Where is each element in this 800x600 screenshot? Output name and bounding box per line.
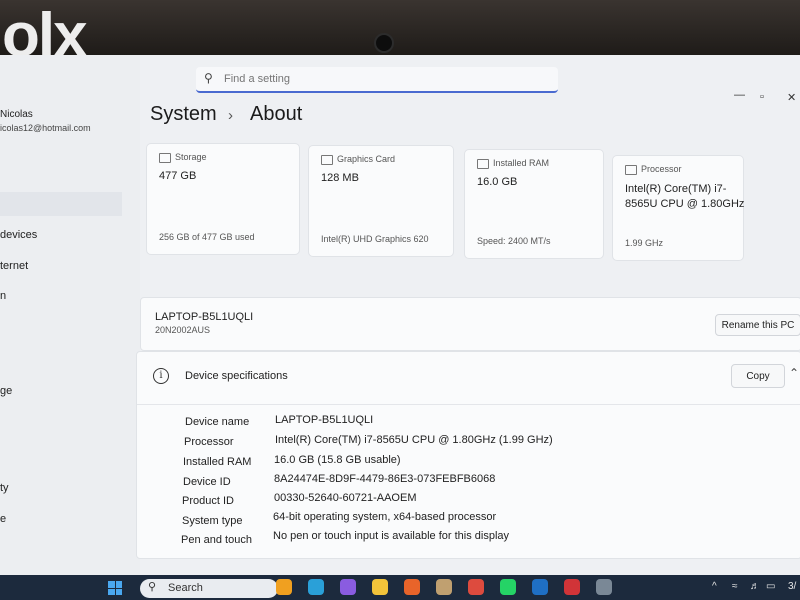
taskbar: ⚲ Search ^ ≈ ♬ ▭ 3/ xyxy=(0,575,800,600)
taskbar-search-label: Search xyxy=(168,582,203,594)
card-subtext: 256 GB of 477 GB used xyxy=(159,232,255,242)
storage-card[interactable]: Storage 477 GB 256 GB of 477 GB used xyxy=(146,143,300,255)
whatsapp-icon[interactable] xyxy=(500,579,516,595)
device-specifications-panel: i Device specifications Copy ⌃ Device na… xyxy=(136,351,800,559)
ram-icon xyxy=(477,159,489,169)
spec-value: 16.0 GB (15.8 GB usable) xyxy=(274,454,401,466)
card-value: 16.0 GB xyxy=(477,176,518,188)
sidebar-item-privacy[interactable]: ty xyxy=(0,482,9,494)
clock[interactable]: 3/ xyxy=(788,581,796,592)
card-subtext: Speed: 2400 MT/s xyxy=(477,236,551,246)
edge-icon[interactable] xyxy=(308,579,324,595)
chevron-up-icon[interactable]: ^ xyxy=(712,581,717,592)
ram-card[interactable]: Installed RAM 16.0 GB Speed: 2400 MT/s xyxy=(464,149,604,259)
sidebar-item-devices[interactable]: devices xyxy=(0,229,37,241)
graphics-card-card[interactable]: Graphics Card 128 MB Intel(R) UHD Graphi… xyxy=(308,145,454,257)
close-button[interactable]: ✕ xyxy=(787,91,796,104)
sidebar-item-personalization[interactable]: n xyxy=(0,290,6,302)
taskbar-search[interactable]: ⚲ Search xyxy=(140,579,278,598)
spec-key: Installed RAM xyxy=(183,456,252,468)
spec-value: 64-bit operating system, x64-based proce… xyxy=(273,511,497,523)
copy-button[interactable]: Copy xyxy=(731,364,785,388)
card-label: Storage xyxy=(175,152,207,162)
settings-window: Nicolas icolas12@hotmail.com devices ter… xyxy=(0,55,800,575)
card-subtext: Intel(R) UHD Graphics 620 xyxy=(321,234,429,244)
section-title: Device specifications xyxy=(185,370,288,382)
search-input[interactable] xyxy=(222,69,546,89)
webcam xyxy=(374,33,394,53)
card-label: Graphics Card xyxy=(337,154,396,164)
sidebar-item-network[interactable]: ternet xyxy=(0,260,28,272)
spec-key: System type xyxy=(182,515,243,527)
sidebar: Nicolas icolas12@hotmail.com devices ter… xyxy=(0,55,140,575)
card-value: 128 MB xyxy=(321,172,359,184)
spec-value: 8A24474E-8D9F-4479-86E3-073FEBFB6068 xyxy=(274,473,496,485)
photos-icon[interactable] xyxy=(436,579,452,595)
page-title: About xyxy=(250,103,303,125)
spec-key: Product ID xyxy=(182,495,234,507)
search-icon: ⚲ xyxy=(204,71,213,85)
spec-value: No pen or touch input is available for t… xyxy=(273,530,510,542)
spec-value: Intel(R) Core(TM) i7-8565U CPU @ 1.80GHz… xyxy=(275,434,553,446)
spec-key: Processor xyxy=(184,436,234,448)
chrome-icon[interactable] xyxy=(468,579,484,595)
rename-pc-button[interactable]: Rename this PC xyxy=(715,314,800,336)
firefox-icon[interactable] xyxy=(404,579,420,595)
spec-key: Pen and touch xyxy=(181,534,252,546)
card-label: Installed RAM xyxy=(493,158,550,168)
breadcrumb-separator: › xyxy=(228,107,233,124)
spec-value: LAPTOP-B5L1UQLI xyxy=(275,414,374,426)
sidebar-selected-highlight xyxy=(0,192,122,216)
settings-icon[interactable] xyxy=(596,579,612,595)
minimize-button[interactable]: — xyxy=(734,89,745,101)
search-box[interactable]: ⚲ xyxy=(196,67,558,93)
card-subtext: 1.99 GHz xyxy=(625,238,664,248)
info-icon: i xyxy=(153,368,169,384)
processor-card[interactable]: Processor Intel(R) Core(TM) i7-8565U CPU… xyxy=(612,155,744,261)
laptop-bezel xyxy=(0,0,800,58)
user-email: icolas12@hotmail.com xyxy=(0,123,91,133)
storage-icon xyxy=(159,153,171,163)
wifi-icon[interactable]: ≈ xyxy=(732,581,738,592)
search-icon: ⚲ xyxy=(148,581,157,593)
card-value: 477 GB xyxy=(159,170,197,182)
office-lens-icon[interactable] xyxy=(564,579,580,595)
user-name: Nicolas xyxy=(0,109,33,120)
card-value: Intel(R) Core(TM) i7-8565U CPU @ 1.80GHz xyxy=(625,183,745,210)
graphics-card-icon xyxy=(321,155,333,165)
pc-name-panel: LAPTOP-B5L1UQLI 20N2002AUS Rename this P… xyxy=(140,297,800,351)
sidebar-item-language[interactable]: ge xyxy=(0,385,12,397)
chevron-up-icon[interactable]: ⌃ xyxy=(789,366,799,380)
widgets-icon[interactable] xyxy=(276,579,292,595)
processor-icon xyxy=(625,165,637,175)
start-icon[interactable] xyxy=(108,581,122,595)
device-specifications-header[interactable]: i Device specifications Copy ⌃ xyxy=(137,352,800,405)
maximize-button[interactable]: ▫ xyxy=(760,91,764,103)
spec-value: 00330-52640-60721-AAOEM xyxy=(274,492,417,504)
copilot-icon[interactable] xyxy=(340,579,356,595)
pc-model: 20N2002AUS xyxy=(155,325,211,335)
battery-icon[interactable]: ▭ xyxy=(766,581,775,592)
breadcrumb-parent[interactable]: System xyxy=(150,103,217,126)
pc-name: LAPTOP-B5L1UQLI xyxy=(155,311,254,323)
card-label: Processor xyxy=(641,164,682,174)
spec-key: Device ID xyxy=(183,476,231,488)
volume-icon[interactable]: ♬ xyxy=(750,581,760,592)
spec-key: Device name xyxy=(185,416,250,428)
sidebar-item-update[interactable]: e xyxy=(0,513,6,525)
file-explorer-icon[interactable] xyxy=(372,579,388,595)
outlook-icon[interactable] xyxy=(532,579,548,595)
